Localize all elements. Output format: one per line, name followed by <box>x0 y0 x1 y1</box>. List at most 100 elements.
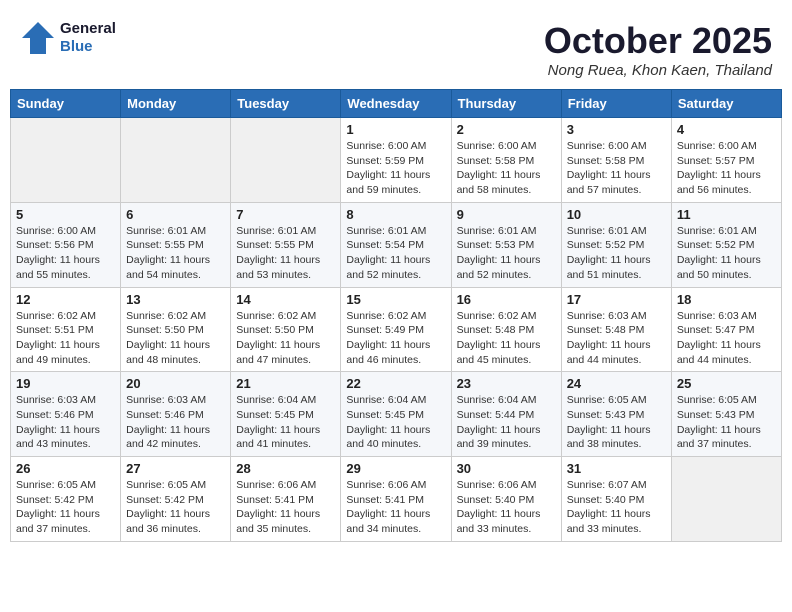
day-info: Sunrise: 6:00 AM Sunset: 5:58 PM Dayligh… <box>457 139 556 198</box>
day-info: Sunrise: 6:06 AM Sunset: 5:41 PM Dayligh… <box>346 478 445 537</box>
day-number: 21 <box>236 376 335 391</box>
day-number: 31 <box>567 461 666 476</box>
calendar-cell: 6 Sunrise: 6:01 AM Sunset: 5:55 PM Daylig… <box>121 202 231 287</box>
calendar-cell: 14 Sunrise: 6:02 AM Sunset: 5:50 PM Dayli… <box>231 287 341 372</box>
logo-blue-text: Blue <box>60 38 116 56</box>
day-number: 18 <box>677 292 776 307</box>
day-number: 20 <box>126 376 225 391</box>
calendar-table: SundayMondayTuesdayWednesdayThursdayFrid… <box>10 89 782 542</box>
calendar-cell: 5 Sunrise: 6:00 AM Sunset: 5:56 PM Daylig… <box>11 202 121 287</box>
calendar-cell <box>11 118 121 203</box>
calendar-cell: 1 Sunrise: 6:00 AM Sunset: 5:59 PM Daylig… <box>341 118 451 203</box>
calendar-week-row: 19 Sunrise: 6:03 AM Sunset: 5:46 PM Dayli… <box>11 372 782 457</box>
calendar-cell: 17 Sunrise: 6:03 AM Sunset: 5:48 PM Dayli… <box>561 287 671 372</box>
day-info: Sunrise: 6:00 AM Sunset: 5:59 PM Dayligh… <box>346 139 445 198</box>
day-info: Sunrise: 6:05 AM Sunset: 5:43 PM Dayligh… <box>677 393 776 452</box>
day-number: 13 <box>126 292 225 307</box>
calendar-cell: 27Sunrise: 6:05 AM Sunset: 5:42 PM Dayli… <box>121 457 231 542</box>
day-info: Sunrise: 6:03 AM Sunset: 5:46 PM Dayligh… <box>126 393 225 452</box>
weekday-header-sunday: Sunday <box>11 90 121 118</box>
weekday-header-monday: Monday <box>121 90 231 118</box>
calendar-week-row: 1 Sunrise: 6:00 AM Sunset: 5:59 PM Daylig… <box>11 118 782 203</box>
calendar-cell: 30Sunrise: 6:06 AM Sunset: 5:40 PM Dayli… <box>451 457 561 542</box>
day-number: 5 <box>16 207 115 222</box>
day-info: Sunrise: 6:01 AM Sunset: 5:52 PM Dayligh… <box>567 224 666 283</box>
calendar-cell: 12 Sunrise: 6:02 AM Sunset: 5:51 PM Dayli… <box>11 287 121 372</box>
day-info: Sunrise: 6:01 AM Sunset: 5:53 PM Dayligh… <box>457 224 556 283</box>
day-number: 1 <box>346 122 445 137</box>
calendar-cell: 8 Sunrise: 6:01 AM Sunset: 5:54 PM Daylig… <box>341 202 451 287</box>
day-info: Sunrise: 6:07 AM Sunset: 5:40 PM Dayligh… <box>567 478 666 537</box>
month-title: October 2025 <box>544 20 772 62</box>
day-number: 10 <box>567 207 666 222</box>
calendar-cell <box>121 118 231 203</box>
calendar-week-row: 5 Sunrise: 6:00 AM Sunset: 5:56 PM Daylig… <box>11 202 782 287</box>
day-info: Sunrise: 6:06 AM Sunset: 5:41 PM Dayligh… <box>236 478 335 537</box>
day-info: Sunrise: 6:01 AM Sunset: 5:55 PM Dayligh… <box>126 224 225 283</box>
weekday-header-wednesday: Wednesday <box>341 90 451 118</box>
day-info: Sunrise: 6:02 AM Sunset: 5:51 PM Dayligh… <box>16 309 115 368</box>
calendar-header-row: SundayMondayTuesdayWednesdayThursdayFrid… <box>11 90 782 118</box>
day-info: Sunrise: 6:01 AM Sunset: 5:52 PM Dayligh… <box>677 224 776 283</box>
day-number: 7 <box>236 207 335 222</box>
day-info: Sunrise: 6:00 AM Sunset: 5:56 PM Dayligh… <box>16 224 115 283</box>
day-number: 28 <box>236 461 335 476</box>
calendar-cell: 29 Sunrise: 6:06 AM Sunset: 5:41 PM Dayli… <box>341 457 451 542</box>
calendar-cell: 4 Sunrise: 6:00 AM Sunset: 5:57 PM Daylig… <box>671 118 781 203</box>
calendar-cell: 18 Sunrise: 6:03 AM Sunset: 5:47 PM Dayli… <box>671 287 781 372</box>
day-info: Sunrise: 6:01 AM Sunset: 5:54 PM Dayligh… <box>346 224 445 283</box>
day-number: 22 <box>346 376 445 391</box>
calendar-week-row: 26Sunrise: 6:05 AM Sunset: 5:42 PM Dayli… <box>11 457 782 542</box>
logo: General Blue <box>20 20 116 56</box>
day-info: Sunrise: 6:04 AM Sunset: 5:45 PM Dayligh… <box>346 393 445 452</box>
logo-general-text: General <box>60 20 116 38</box>
day-number: 24 <box>567 376 666 391</box>
calendar-cell: 31 Sunrise: 6:07 AM Sunset: 5:40 PM Dayli… <box>561 457 671 542</box>
day-info: Sunrise: 6:01 AM Sunset: 5:55 PM Dayligh… <box>236 224 335 283</box>
day-number: 9 <box>457 207 556 222</box>
day-number: 29 <box>346 461 445 476</box>
calendar-cell: 2Sunrise: 6:00 AM Sunset: 5:58 PM Daylig… <box>451 118 561 203</box>
weekday-header-saturday: Saturday <box>671 90 781 118</box>
day-number: 14 <box>236 292 335 307</box>
calendar-cell: 9 Sunrise: 6:01 AM Sunset: 5:53 PM Daylig… <box>451 202 561 287</box>
calendar-cell: 19Sunrise: 6:03 AM Sunset: 5:46 PM Dayli… <box>11 372 121 457</box>
calendar-cell: 10 Sunrise: 6:01 AM Sunset: 5:52 PM Dayli… <box>561 202 671 287</box>
calendar-cell: 25Sunrise: 6:05 AM Sunset: 5:43 PM Dayli… <box>671 372 781 457</box>
weekday-header-thursday: Thursday <box>451 90 561 118</box>
day-info: Sunrise: 6:02 AM Sunset: 5:48 PM Dayligh… <box>457 309 556 368</box>
day-info: Sunrise: 6:04 AM Sunset: 5:45 PM Dayligh… <box>236 393 335 452</box>
day-info: Sunrise: 6:02 AM Sunset: 5:49 PM Dayligh… <box>346 309 445 368</box>
day-number: 19 <box>16 376 115 391</box>
calendar-cell <box>671 457 781 542</box>
day-info: Sunrise: 6:02 AM Sunset: 5:50 PM Dayligh… <box>236 309 335 368</box>
day-number: 23 <box>457 376 556 391</box>
calendar-cell: 23 Sunrise: 6:04 AM Sunset: 5:44 PM Dayli… <box>451 372 561 457</box>
calendar-cell: 28 Sunrise: 6:06 AM Sunset: 5:41 PM Dayli… <box>231 457 341 542</box>
day-info: Sunrise: 6:04 AM Sunset: 5:44 PM Dayligh… <box>457 393 556 452</box>
calendar-cell <box>231 118 341 203</box>
calendar-cell: 20 Sunrise: 6:03 AM Sunset: 5:46 PM Dayli… <box>121 372 231 457</box>
day-info: Sunrise: 6:02 AM Sunset: 5:50 PM Dayligh… <box>126 309 225 368</box>
page-header: General Blue October 2025 Nong Ruea, Kho… <box>10 10 782 84</box>
calendar-cell: 22 Sunrise: 6:04 AM Sunset: 5:45 PM Dayli… <box>341 372 451 457</box>
day-info: Sunrise: 6:03 AM Sunset: 5:47 PM Dayligh… <box>677 309 776 368</box>
day-number: 17 <box>567 292 666 307</box>
calendar-cell: 11Sunrise: 6:01 AM Sunset: 5:52 PM Dayli… <box>671 202 781 287</box>
day-info: Sunrise: 6:03 AM Sunset: 5:48 PM Dayligh… <box>567 309 666 368</box>
calendar-cell: 15 Sunrise: 6:02 AM Sunset: 5:49 PM Dayli… <box>341 287 451 372</box>
day-number: 27 <box>126 461 225 476</box>
day-number: 8 <box>346 207 445 222</box>
day-number: 4 <box>677 122 776 137</box>
weekday-header-tuesday: Tuesday <box>231 90 341 118</box>
calendar-cell: 16Sunrise: 6:02 AM Sunset: 5:48 PM Dayli… <box>451 287 561 372</box>
day-number: 6 <box>126 207 225 222</box>
day-info: Sunrise: 6:05 AM Sunset: 5:42 PM Dayligh… <box>16 478 115 537</box>
calendar-cell: 21 Sunrise: 6:04 AM Sunset: 5:45 PM Dayli… <box>231 372 341 457</box>
calendar-cell: 13 Sunrise: 6:02 AM Sunset: 5:50 PM Dayli… <box>121 287 231 372</box>
day-info: Sunrise: 6:00 AM Sunset: 5:57 PM Dayligh… <box>677 139 776 198</box>
day-number: 3 <box>567 122 666 137</box>
day-number: 15 <box>346 292 445 307</box>
title-block: October 2025 Nong Ruea, Khon Kaen, Thail… <box>544 20 772 79</box>
day-number: 12 <box>16 292 115 307</box>
